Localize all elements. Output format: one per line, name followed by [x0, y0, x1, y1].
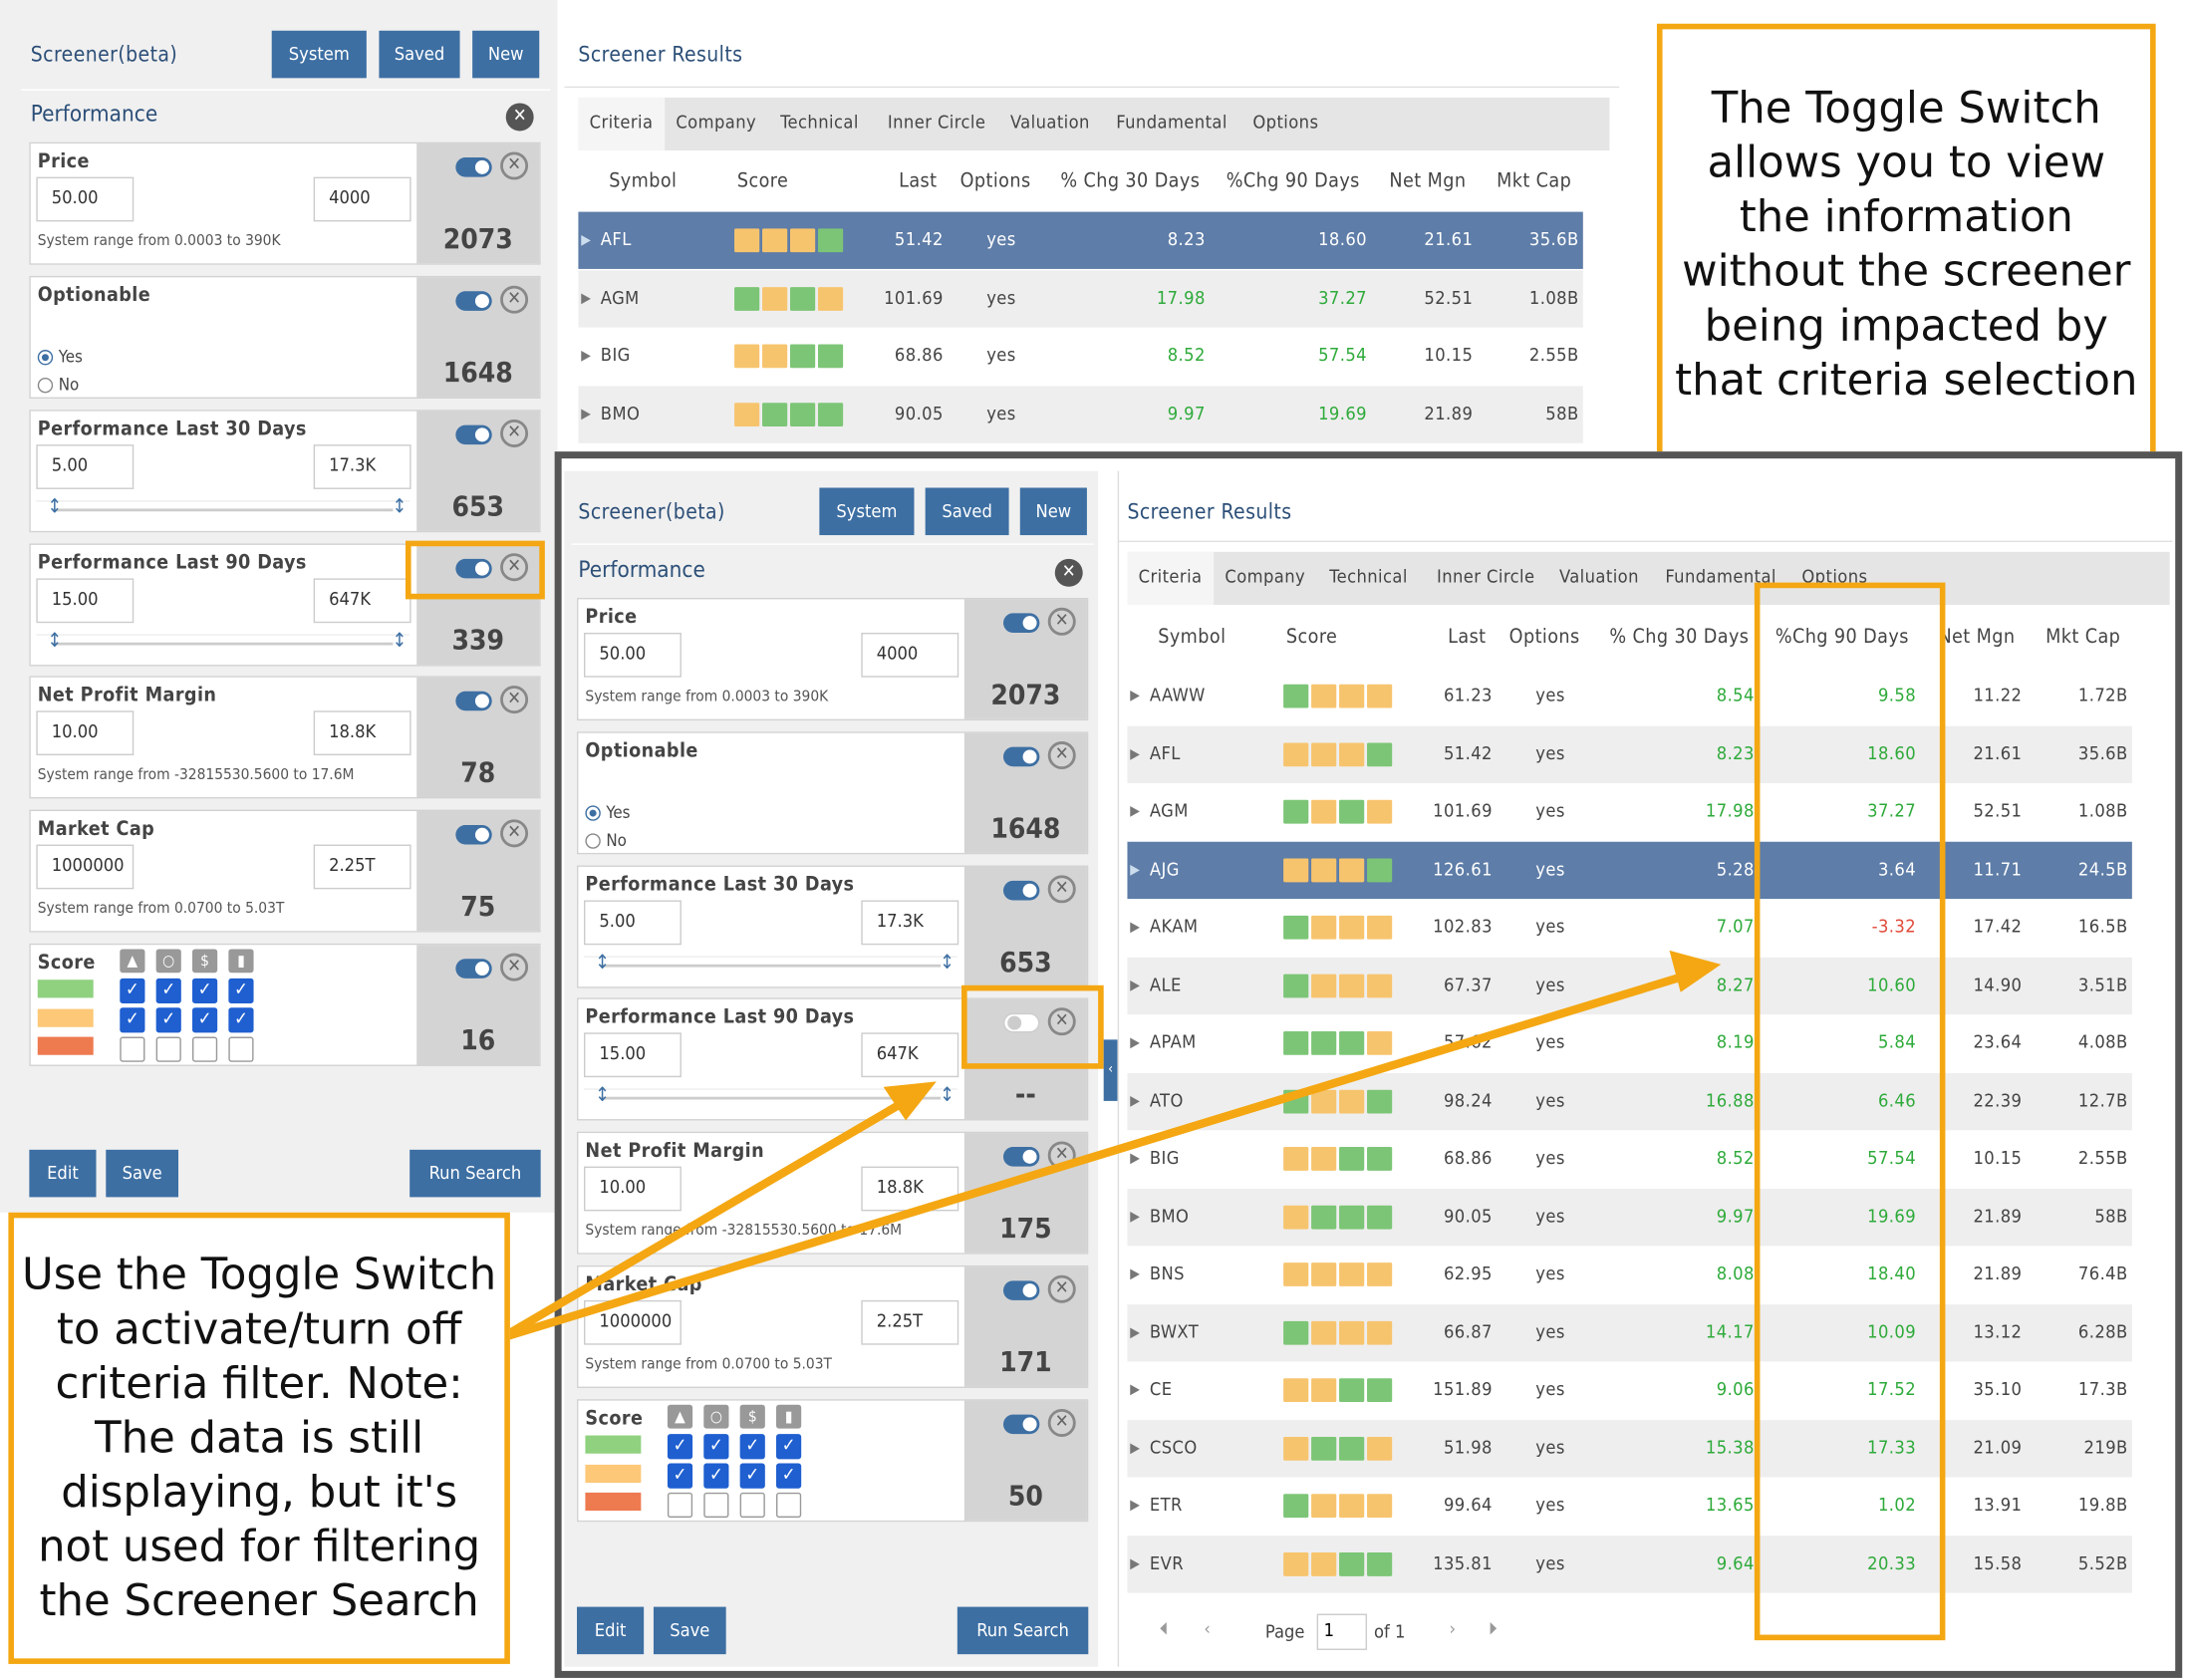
callout-toggle-usage: Use the Toggle Switch to activate/turn o… — [8, 1212, 510, 1664]
